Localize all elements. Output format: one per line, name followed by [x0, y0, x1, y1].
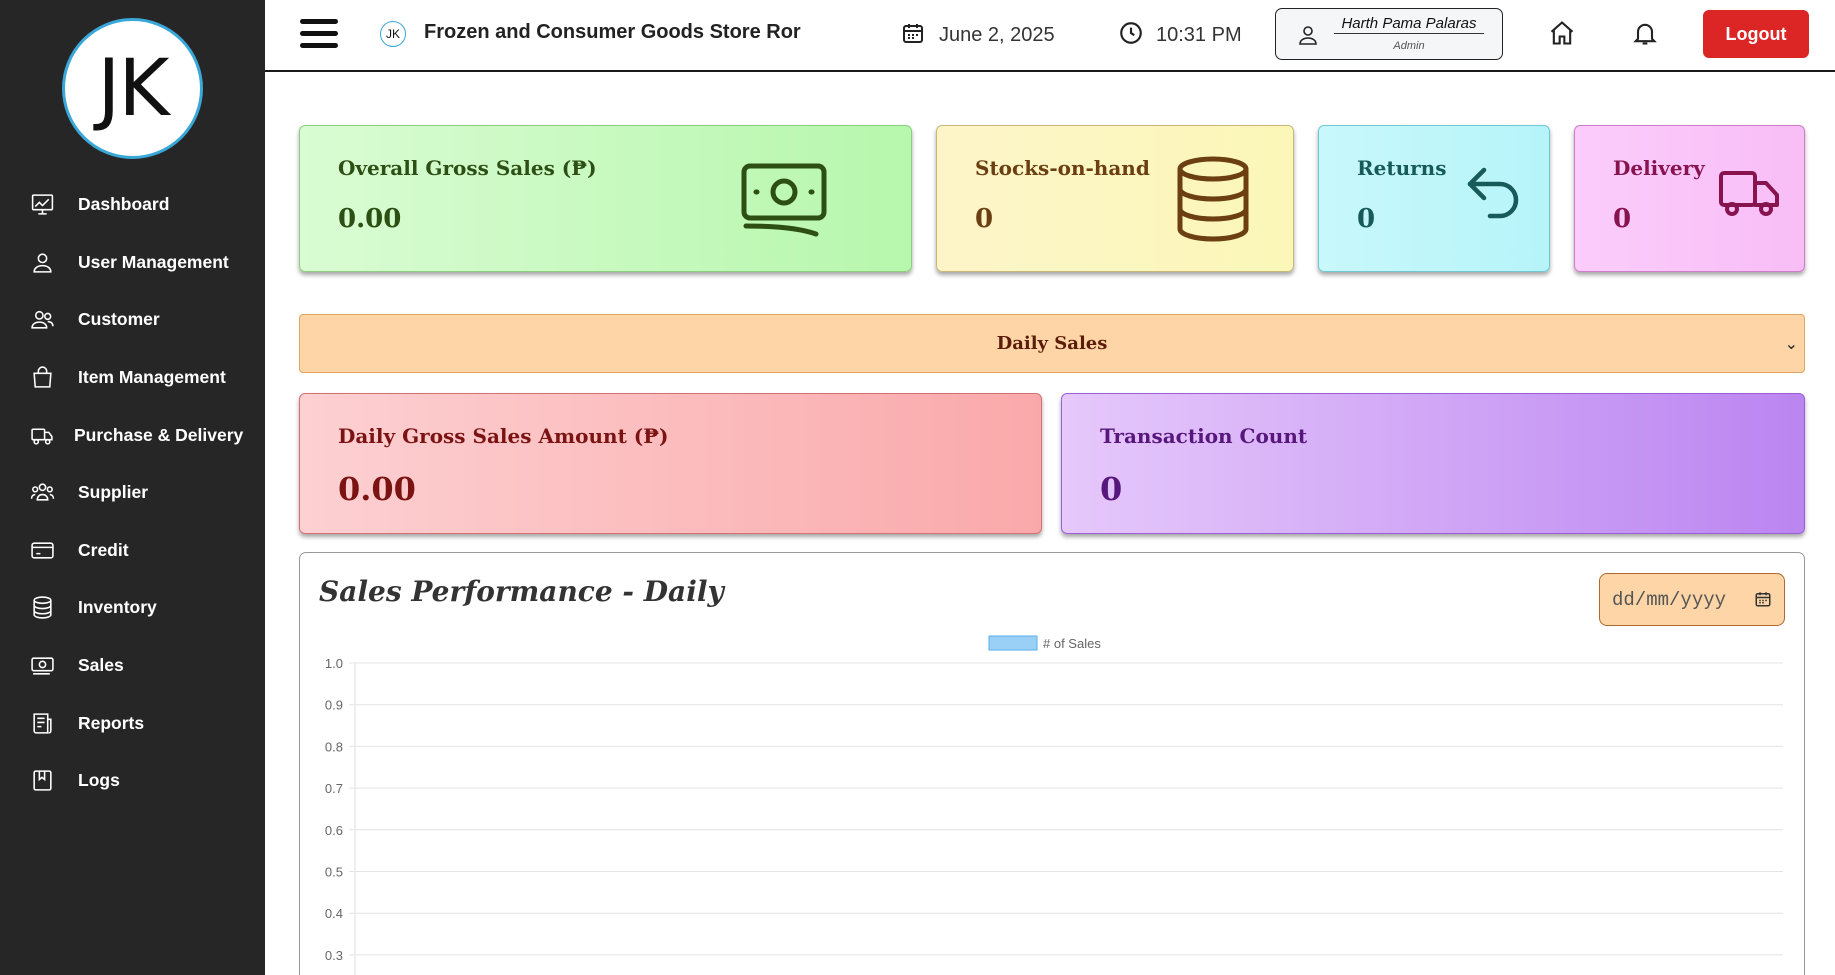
calendar-icon — [901, 20, 925, 51]
card-value: 0 — [1100, 470, 1123, 508]
user-icon — [1296, 23, 1320, 52]
sidebar-item-label: Purchase & Delivery — [74, 425, 244, 445]
sidebar-item-label: Inventory — [78, 597, 157, 617]
current-date: June 2, 2025 — [901, 20, 1055, 51]
user-profile-button[interactable]: Harth Pama Palaras Admin — [1275, 8, 1503, 60]
group-icon — [30, 480, 55, 505]
book-icon — [30, 768, 55, 793]
sidebar-item-label: Reports — [78, 713, 145, 733]
sidebar-item-dashboard[interactable]: Dashboard — [0, 181, 265, 227]
card-value: 0.00 — [338, 204, 402, 234]
card-returns: Returns 0 — [1318, 125, 1550, 272]
card-delivery: Delivery 0 — [1574, 125, 1805, 272]
database-icon — [30, 595, 55, 620]
card-title: Stocks-on-hand — [975, 156, 1150, 180]
legend-swatch — [988, 635, 1038, 651]
sidebar-item-customer[interactable]: Customer — [0, 296, 265, 342]
sidebar-item-reports[interactable]: Reports — [0, 700, 265, 746]
card-title: Overall Gross Sales (₱) — [338, 156, 597, 180]
cash-icon — [740, 162, 828, 243]
store-logo-small: JK — [380, 21, 406, 47]
date-picker-input[interactable]: dd/mm/yyyy — [1599, 573, 1785, 626]
y-tick-label: 0.9 — [325, 698, 343, 713]
sidebar-item-item-management[interactable]: Item Management — [0, 354, 265, 400]
logout-button[interactable]: Logout — [1703, 10, 1809, 58]
sidebar: JK Dashboard User Management Customer It… — [0, 0, 265, 975]
sidebar-item-user-management[interactable]: User Management — [0, 239, 265, 285]
chevron-down-icon: ⌄ — [1784, 336, 1798, 353]
card-value: 0 — [975, 204, 994, 234]
card-transaction-count: Transaction Count 0 — [1061, 393, 1805, 534]
truck-icon — [30, 423, 55, 448]
card-overall-gross-sales: Overall Gross Sales (₱) 0.00 — [299, 125, 912, 272]
cash-icon — [30, 653, 55, 678]
home-icon[interactable] — [1548, 19, 1576, 47]
users-icon — [30, 307, 55, 332]
sidebar-item-label: Credit — [78, 540, 129, 560]
period-select-value: Daily Sales — [996, 333, 1108, 354]
clock-icon — [1118, 20, 1144, 51]
sidebar-item-label: Dashboard — [78, 194, 170, 214]
date-placeholder: dd/mm/yyyy — [1612, 589, 1727, 611]
bell-icon[interactable] — [1631, 19, 1659, 47]
date-text: June 2, 2025 — [939, 24, 1055, 46]
y-tick-label: 0.4 — [325, 906, 343, 921]
card-value: 0 — [1613, 204, 1632, 234]
sidebar-item-label: User Management — [78, 252, 229, 272]
chart-title: Sales Performance - Daily — [319, 575, 724, 608]
y-tick-label: 0.3 — [325, 948, 343, 963]
sidebar-item-label: Sales — [78, 655, 124, 675]
sidebar-item-credit[interactable]: Credit — [0, 527, 265, 573]
return-arrow-icon — [1464, 164, 1522, 227]
card-daily-gross-sales: Daily Gross Sales Amount (₱) 0.00 — [299, 393, 1042, 534]
user-role: Admin — [1393, 40, 1425, 52]
chart-line-icon — [30, 192, 55, 217]
card-title: Delivery — [1613, 156, 1705, 180]
sidebar-item-label: Supplier — [78, 482, 149, 502]
card-title: Returns — [1357, 156, 1447, 180]
calendar-icon[interactable] — [1754, 590, 1772, 613]
user-icon — [30, 250, 55, 275]
sidebar-item-label: Customer — [78, 309, 160, 329]
logo-text: JK — [97, 43, 169, 134]
store-name: Frozen and Consumer Goods Store Ror — [424, 21, 801, 43]
database-icon — [1175, 156, 1251, 247]
y-tick-label: 0.8 — [325, 739, 343, 754]
card-stocks-on-hand: Stocks-on-hand 0 — [936, 125, 1294, 272]
time-text: 10:31 PM — [1156, 24, 1242, 46]
sidebar-item-supplier[interactable]: Supplier — [0, 469, 265, 515]
current-time: 10:31 PM — [1118, 20, 1242, 51]
card-value: 0 — [1357, 204, 1376, 234]
y-tick-label: 0.6 — [325, 823, 343, 838]
y-tick-label: 0.7 — [325, 781, 343, 796]
period-select[interactable]: Daily Sales ⌄ — [299, 314, 1805, 373]
card-value: 0.00 — [338, 470, 416, 508]
user-name: Harth Pama Palaras — [1334, 15, 1484, 34]
card-title: Daily Gross Sales Amount (₱) — [338, 424, 669, 448]
sales-chart: # of Sales 1.0 0.9 0.8 0.7 0.6 0.5 0.4 0.3 — [325, 635, 1783, 975]
store-logo: JK — [62, 18, 203, 159]
y-tick-label: 1.0 — [325, 656, 343, 671]
sidebar-item-purchase-delivery[interactable]: Purchase & Delivery — [0, 412, 265, 458]
card-title: Transaction Count — [1100, 424, 1308, 448]
sidebar-item-sales[interactable]: Sales — [0, 642, 265, 688]
y-tick-label: 0.5 — [325, 865, 343, 880]
sidebar-item-label: Logs — [78, 770, 120, 790]
newspaper-icon — [30, 711, 55, 736]
sidebar-item-inventory[interactable]: Inventory — [0, 584, 265, 630]
legend-label: # of Sales — [1043, 636, 1101, 651]
credit-card-icon — [30, 538, 55, 563]
menu-toggle-button[interactable] — [300, 19, 338, 49]
truck-icon — [1718, 170, 1780, 223]
sidebar-item-logs[interactable]: Logs — [0, 757, 265, 803]
shopping-bag-icon — [30, 365, 55, 390]
sidebar-item-label: Item Management — [78, 367, 226, 387]
